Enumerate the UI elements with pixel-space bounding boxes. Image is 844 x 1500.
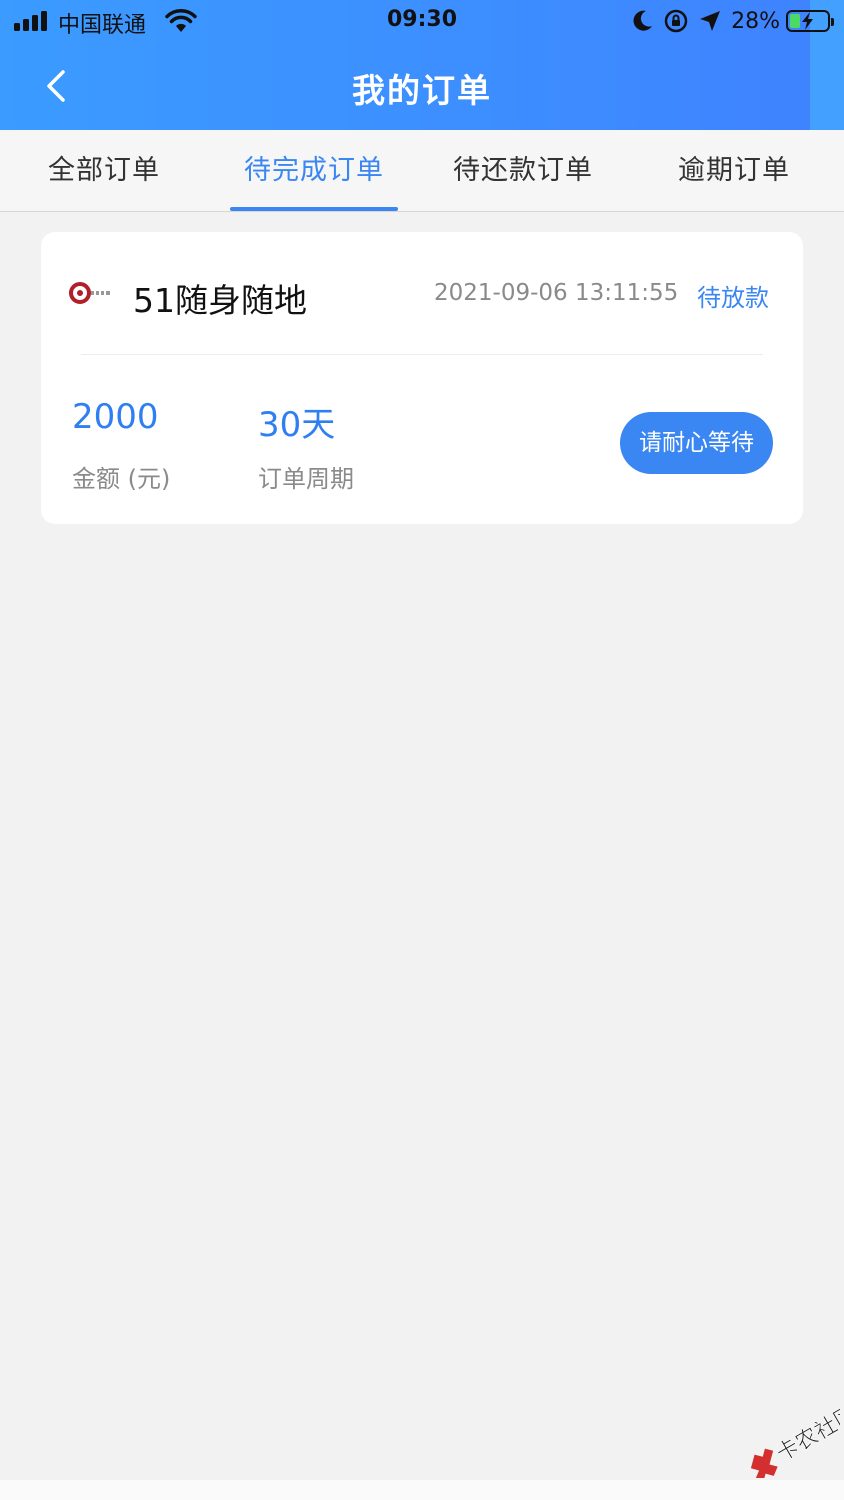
order-timestamp: 2021-09-06 13:11:55 <box>434 280 679 306</box>
status-bar: 中国联通 09:30 28% <box>0 0 844 44</box>
tab-overdue-orders[interactable]: 逾期订单 <box>664 130 804 212</box>
moon-icon <box>633 10 653 31</box>
order-period-label: 订单周期 <box>258 465 354 493</box>
svg-text:卡农社区: 卡农社区 <box>772 1408 840 1467</box>
charging-bolt-icon <box>802 12 813 30</box>
tab-pending-orders[interactable]: 待完成订单 <box>230 130 398 212</box>
card-divider <box>81 354 763 355</box>
page-title: 我的订单 <box>352 71 492 110</box>
tab-all-orders[interactable]: 全部订单 <box>34 130 174 212</box>
app-header: 中国联通 09:30 28% 我的订单 <box>0 0 844 130</box>
merchant-logo-icon <box>69 282 110 304</box>
wait-patiently-button[interactable]: 请耐心等待 <box>620 412 773 474</box>
order-tabs: 全部订单 待完成订单 待还款订单 逾期订单 <box>0 130 844 212</box>
location-arrow-icon <box>700 11 721 31</box>
merchant-name: 51随身随地 <box>133 281 307 320</box>
bottom-strip <box>0 1480 844 1500</box>
battery-cap <box>831 18 834 26</box>
order-period-value: 30天 <box>258 405 336 445</box>
status-right: 28% <box>629 6 834 36</box>
battery-icon <box>786 10 834 32</box>
battery-percent: 28% <box>731 8 780 34</box>
tab-repayment-orders[interactable]: 待还款订单 <box>446 130 600 212</box>
order-amount-value: 2000 <box>72 397 159 437</box>
order-card[interactable]: 51随身随地 2021-09-06 13:11:55 待放款 2000 金额 (… <box>41 232 803 524</box>
watermark-logo: 卡农社区 <box>750 1408 840 1478</box>
order-status-badge: 待放款 <box>697 284 769 312</box>
order-amount-label: 金额 (元) <box>72 465 171 493</box>
active-tab-indicator <box>230 207 398 211</box>
rotation-lock-icon <box>664 9 688 33</box>
